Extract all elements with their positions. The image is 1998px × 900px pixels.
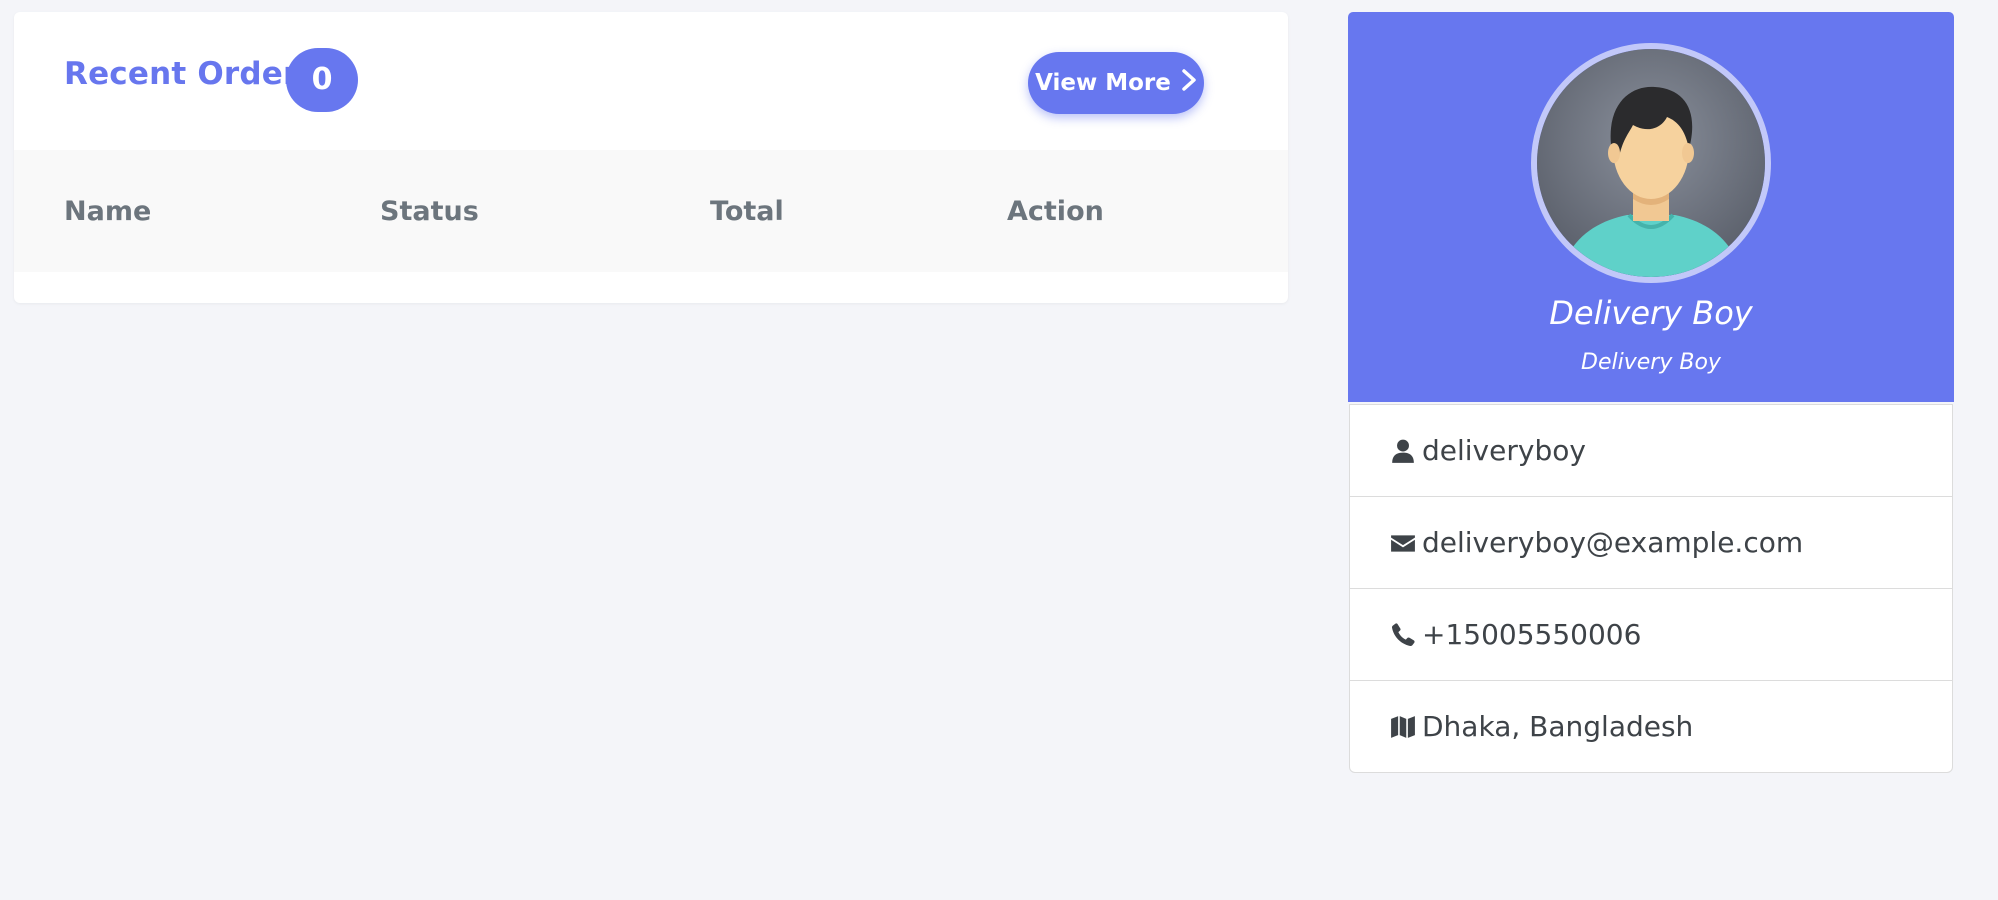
- envelope-icon: [1390, 529, 1416, 557]
- map-icon: [1390, 713, 1416, 741]
- profile-name: Delivery Boy: [1549, 294, 1753, 332]
- username-text: deliveryboy: [1422, 434, 1586, 467]
- column-header-total: Total: [710, 196, 784, 227]
- orders-table-header: Name Status Total Action: [14, 150, 1288, 272]
- recent-orders-card: Recent Orders 0 View More Name Status To…: [14, 12, 1288, 303]
- profile-info-list: deliveryboy deliveryboy@example.com +150…: [1349, 404, 1953, 773]
- location-text: Dhaka, Bangladesh: [1422, 710, 1694, 743]
- recent-orders-title: Recent Orders: [64, 56, 318, 92]
- list-item-phone: +15005550006: [1350, 589, 1952, 681]
- email-text: deliveryboy@example.com: [1422, 526, 1804, 559]
- profile-header: Delivery Boy Delivery Boy: [1348, 12, 1954, 402]
- chevron-right-icon: [1181, 69, 1197, 97]
- avatar: [1531, 43, 1771, 283]
- user-icon: [1390, 437, 1416, 465]
- column-header-action: Action: [1007, 196, 1104, 227]
- column-header-status: Status: [380, 196, 479, 227]
- list-item-username: deliveryboy: [1350, 405, 1952, 497]
- list-item-email: deliveryboy@example.com: [1350, 497, 1952, 589]
- phone-text: +15005550006: [1422, 618, 1642, 651]
- view-more-label: View More: [1035, 70, 1171, 96]
- column-header-name: Name: [64, 196, 152, 227]
- avatar-icon: [1537, 49, 1765, 277]
- view-more-button[interactable]: View More: [1028, 52, 1204, 114]
- card-header: Recent Orders 0 View More: [14, 12, 1288, 150]
- profile-role: Delivery Boy: [1581, 350, 1721, 375]
- orders-count-badge: 0: [286, 48, 358, 112]
- phone-icon: [1390, 621, 1416, 649]
- list-item-location: Dhaka, Bangladesh: [1350, 681, 1952, 772]
